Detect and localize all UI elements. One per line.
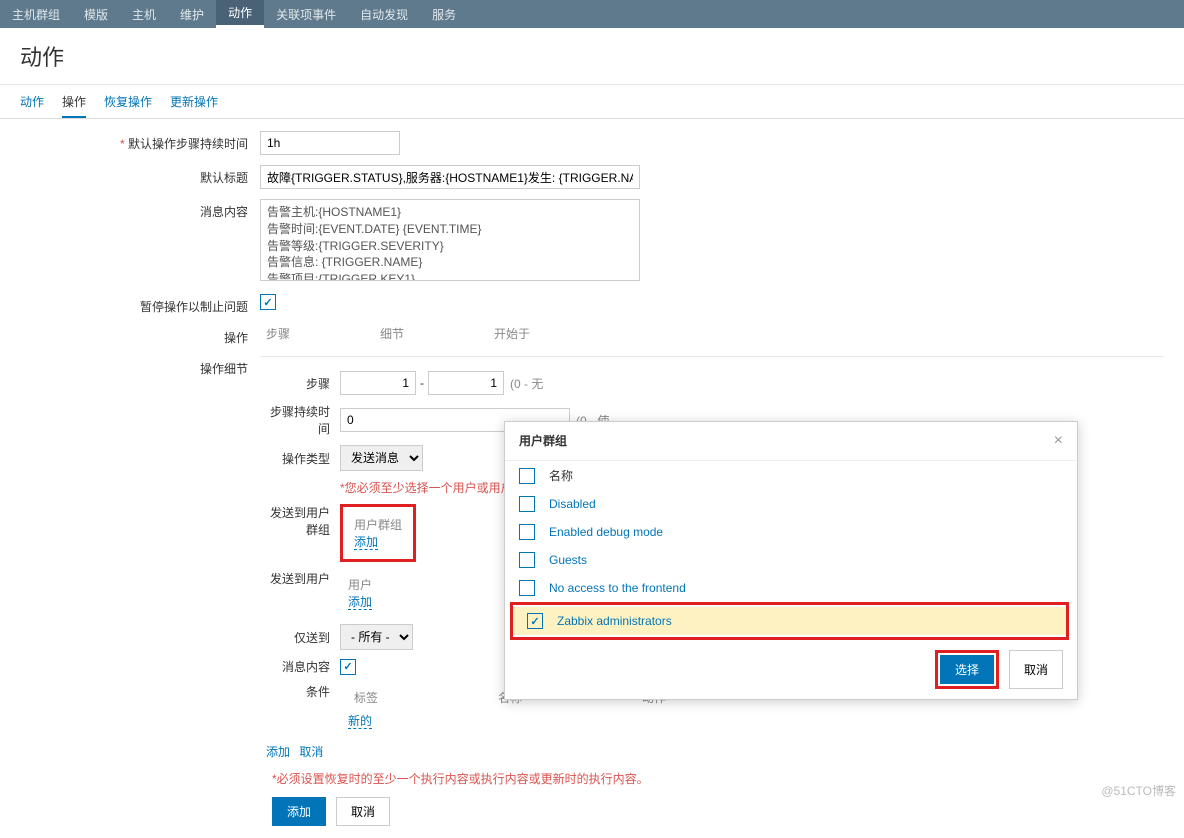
checkbox-item[interactable] bbox=[527, 613, 543, 629]
label-pause: 暂停操作以制止问题 bbox=[20, 294, 260, 315]
group-link[interactable]: No access to the frontend bbox=[549, 581, 686, 595]
recovery-note: *必须设置恢复时的至少一个执行内容或执行内容或更新时的执行内容。 bbox=[272, 770, 1164, 787]
col-user: 用户 bbox=[348, 576, 372, 593]
add-user-link[interactable]: 添加 bbox=[348, 595, 372, 610]
checkbox-select-all[interactable] bbox=[519, 468, 535, 484]
highlight-user-group-box: 用户群组 添加 bbox=[340, 504, 416, 562]
subtabs: 动作 操作 恢复操作 更新操作 bbox=[0, 85, 1184, 119]
new-condition-link[interactable]: 新的 bbox=[348, 714, 372, 729]
nav-templates[interactable]: 模版 bbox=[72, 0, 120, 28]
label-step-duration: 步骤持续时间 bbox=[260, 403, 340, 437]
label-default-duration: 默认操作步骤持续时间 bbox=[20, 131, 260, 152]
list-item: Guests bbox=[505, 546, 1077, 574]
highlight-select-button: 选择 bbox=[935, 650, 999, 689]
label-operations: 操作 bbox=[20, 325, 260, 346]
group-link[interactable]: Zabbix administrators bbox=[557, 614, 672, 628]
page-header: 动作 bbox=[0, 28, 1184, 85]
must-select-note: *您必须至少选择一个用户或用户组 bbox=[340, 479, 525, 496]
label-op-type: 操作类型 bbox=[260, 450, 340, 467]
checkbox-item[interactable] bbox=[519, 496, 535, 512]
nav-discovery[interactable]: 自动发现 bbox=[348, 0, 420, 28]
checkbox-pause[interactable] bbox=[260, 294, 276, 310]
subtab-action[interactable]: 动作 bbox=[20, 93, 44, 118]
group-link[interactable]: Guests bbox=[549, 553, 587, 567]
user-group-modal: 用户群组 × 名称 Disabled Enabled debug mode Gu… bbox=[504, 421, 1078, 700]
cond-col-tag: 标签 bbox=[354, 689, 378, 706]
select-only-to[interactable]: - 所有 - bbox=[340, 624, 413, 650]
modal-cancel-button[interactable]: 取消 bbox=[1009, 650, 1063, 689]
list-item: Zabbix administrators bbox=[513, 607, 1066, 635]
page-title: 动作 bbox=[20, 40, 1164, 72]
hint-step: (0 - 无 bbox=[504, 375, 543, 392]
form-area: 默认操作步骤持续时间 默认标题 消息内容 告警主机:{HOSTNAME1} 告警… bbox=[0, 119, 1184, 838]
label-send-user: 发送到用户 bbox=[260, 570, 340, 587]
label-send-group: 发送到用户群组 bbox=[260, 504, 340, 538]
inline-add-link[interactable]: 添加 bbox=[266, 745, 290, 759]
subtab-operations[interactable]: 操作 bbox=[62, 93, 86, 118]
list-item: Disabled bbox=[505, 490, 1077, 518]
input-default-duration[interactable] bbox=[260, 131, 400, 155]
watermark: @51CTO博客 bbox=[1101, 782, 1176, 799]
list-item: Enabled debug mode bbox=[505, 518, 1077, 546]
subtab-update[interactable]: 更新操作 bbox=[170, 93, 218, 118]
ops-col-start: 开始于 bbox=[494, 325, 530, 342]
label-conditions: 条件 bbox=[260, 683, 340, 700]
nav-actions[interactable]: 动作 bbox=[216, 0, 264, 28]
top-nav: 主机群组 模版 主机 维护 动作 关联项事件 自动发现 服务 bbox=[0, 0, 1184, 28]
nav-services[interactable]: 服务 bbox=[420, 0, 468, 28]
close-icon[interactable]: × bbox=[1054, 432, 1063, 450]
ops-col-detail: 细节 bbox=[380, 325, 404, 342]
checkbox-item[interactable] bbox=[519, 524, 535, 540]
group-link[interactable]: Enabled debug mode bbox=[549, 525, 663, 539]
label-step: 步骤 bbox=[260, 375, 340, 392]
input-step-from[interactable] bbox=[340, 371, 416, 395]
list-item: No access to the frontend bbox=[505, 574, 1077, 602]
subtab-recovery[interactable]: 恢复操作 bbox=[104, 93, 152, 118]
select-button[interactable]: 选择 bbox=[940, 655, 994, 684]
nav-maintenance[interactable]: 维护 bbox=[168, 0, 216, 28]
ops-table-header: 步骤 细节 开始于 bbox=[260, 325, 530, 342]
label-only-to: 仅送到 bbox=[260, 629, 340, 646]
nav-correlation[interactable]: 关联项事件 bbox=[264, 0, 348, 28]
checkbox-item[interactable] bbox=[519, 580, 535, 596]
checkbox-msg-content[interactable] bbox=[340, 659, 356, 675]
modal-title: 用户群组 bbox=[519, 432, 567, 450]
checkbox-item[interactable] bbox=[519, 552, 535, 568]
label-op-detail: 操作细节 bbox=[20, 356, 260, 377]
modal-col-name: 名称 bbox=[549, 467, 573, 484]
add-user-group-link[interactable]: 添加 bbox=[354, 535, 378, 550]
nav-hosts[interactable]: 主机 bbox=[120, 0, 168, 28]
cancel-button[interactable]: 取消 bbox=[336, 797, 390, 826]
highlight-selected-row: Zabbix administrators bbox=[510, 602, 1069, 640]
group-link[interactable]: Disabled bbox=[549, 497, 596, 511]
label-msg-content: 消息内容 bbox=[260, 658, 340, 675]
inline-cancel-link[interactable]: 取消 bbox=[299, 745, 323, 759]
nav-hostgroups[interactable]: 主机群组 bbox=[0, 0, 72, 28]
input-default-title[interactable] bbox=[260, 165, 640, 189]
col-user-group: 用户群组 bbox=[354, 516, 402, 533]
textarea-message[interactable]: 告警主机:{HOSTNAME1} 告警时间:{EVENT.DATE} {EVEN… bbox=[260, 199, 640, 281]
add-button[interactable]: 添加 bbox=[272, 797, 326, 826]
label-default-title: 默认标题 bbox=[20, 165, 260, 186]
input-step-to[interactable] bbox=[428, 371, 504, 395]
select-op-type[interactable]: 发送消息 bbox=[340, 445, 423, 471]
ops-col-step: 步骤 bbox=[266, 325, 290, 342]
label-message: 消息内容 bbox=[20, 199, 260, 220]
